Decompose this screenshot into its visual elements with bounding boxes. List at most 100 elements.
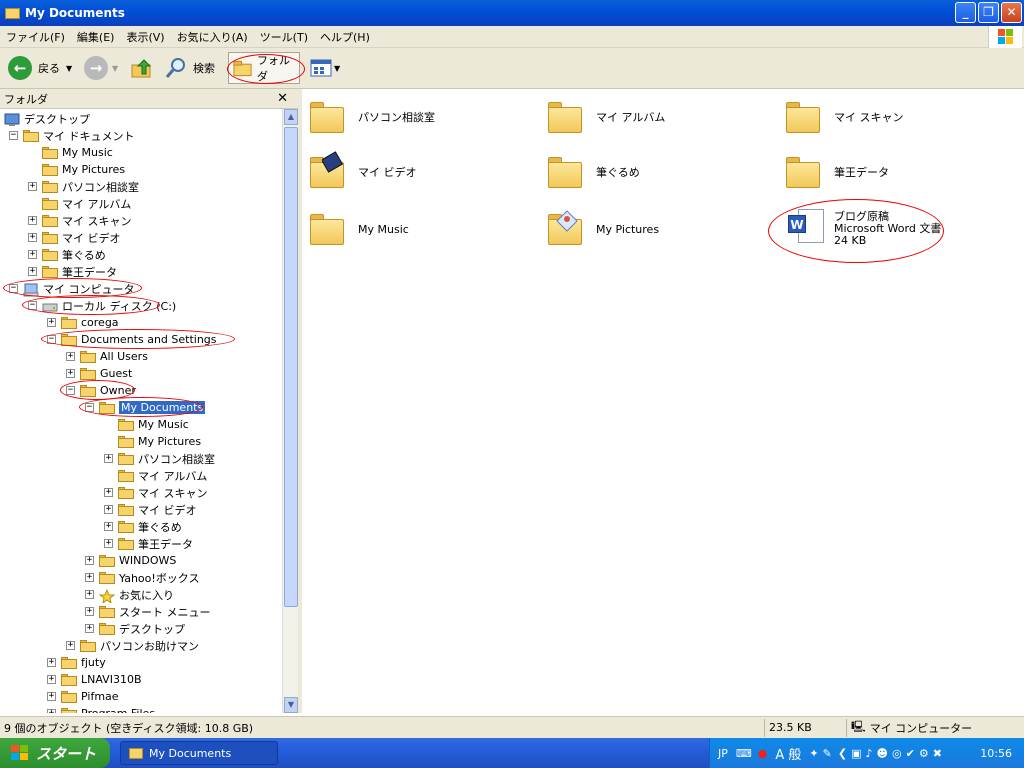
tree-item[interactable]: + お気に入り — [85, 586, 174, 604]
tree-item[interactable]: + 筆王データ — [28, 263, 117, 280]
tree-item[interactable]: + fjuty — [47, 654, 106, 671]
tree-item[interactable]: + マイ ビデオ — [104, 501, 197, 518]
tree-scrollbar[interactable]: ▲ ▼ — [282, 109, 298, 713]
expand-icon[interactable]: + — [85, 607, 94, 616]
tree-item[interactable]: + LNAVI310B — [47, 671, 142, 688]
tray-app-icon[interactable]: ✔ — [906, 747, 915, 760]
expand-icon[interactable]: + — [66, 352, 75, 361]
menu-favorites[interactable]: お気に入り(A) — [171, 29, 254, 45]
tree-item[interactable]: − My Documents — [85, 399, 206, 416]
scroll-down-icon[interactable]: ▼ — [284, 697, 298, 713]
tray-app-icon[interactable]: ☻ — [877, 747, 888, 760]
menu-file[interactable]: ファイル(F) — [0, 29, 71, 45]
expand-icon[interactable]: + — [66, 369, 75, 378]
tree-item[interactable]: + Pifmae — [47, 688, 119, 705]
expand-icon[interactable]: + — [66, 641, 75, 650]
menu-view[interactable]: 表示(V) — [120, 29, 170, 45]
tree-item[interactable]: + スタート メニュー — [85, 603, 211, 620]
expand-icon[interactable]: + — [47, 692, 56, 701]
scroll-up-icon[interactable]: ▲ — [284, 109, 298, 125]
file-item[interactable]: W ブログ原稿 Microsoft Word 文書 24 KB — [784, 205, 941, 253]
expand-icon[interactable]: + — [47, 658, 56, 667]
tree-item[interactable]: − ローカル ディスク (C:) — [28, 297, 176, 314]
tree-item[interactable]: + デスクトップ — [85, 620, 185, 637]
folder-item[interactable]: マイ ビデオ — [308, 148, 417, 196]
expand-icon[interactable]: + — [85, 624, 94, 633]
back-button[interactable]: ← 戻る ▼ — [8, 52, 72, 84]
minimize-button[interactable]: _ — [955, 2, 976, 23]
tree-item[interactable]: My Music — [42, 144, 113, 161]
tree-item[interactable]: + corega — [47, 314, 119, 331]
expand-icon[interactable]: + — [47, 318, 56, 327]
tree-item[interactable]: マイ アルバム — [42, 195, 131, 212]
tree-item[interactable]: + マイ スキャン — [28, 212, 132, 229]
menu-help[interactable]: ヘルプ(H) — [314, 29, 376, 45]
menu-edit[interactable]: 編集(E) — [71, 29, 121, 45]
expand-icon[interactable]: + — [85, 556, 94, 565]
expand-icon[interactable]: + — [85, 573, 94, 582]
expand-icon[interactable]: + — [47, 709, 56, 713]
tree-item[interactable]: + Guest — [66, 365, 132, 382]
tree-item[interactable]: マイ アルバム — [118, 467, 207, 484]
tray-expand-icon[interactable]: ❮ — [838, 747, 847, 760]
ime-icon[interactable]: ● — [758, 747, 768, 760]
expand-icon[interactable]: + — [104, 488, 113, 497]
folder-item[interactable]: 筆ぐるめ — [546, 148, 640, 196]
tray-app-icon[interactable]: ⚙ — [919, 747, 929, 760]
close-icon[interactable]: ✕ — [277, 91, 288, 106]
expand-icon[interactable]: + — [28, 182, 37, 191]
chevron-down-icon[interactable]: ▼ — [66, 64, 72, 73]
folder-item[interactable]: My Pictures — [546, 205, 659, 253]
menu-tools[interactable]: ツール(T) — [254, 29, 314, 45]
expand-icon[interactable]: + — [28, 233, 37, 242]
chevron-down-icon[interactable]: ▼ — [112, 64, 118, 73]
volume-icon[interactable]: ♪ — [865, 747, 872, 760]
title-bar[interactable]: My Documents _ ❐ ✕ — [0, 0, 1024, 26]
collapse-icon[interactable]: − — [85, 403, 94, 412]
tray-app-icon[interactable]: ✖ — [933, 747, 942, 760]
tree-item[interactable]: My Pictures — [118, 433, 201, 450]
tree-item[interactable]: + All Users — [66, 348, 148, 365]
expand-icon[interactable]: + — [28, 216, 37, 225]
search-button[interactable]: 検索 — [164, 52, 215, 84]
forward-button[interactable]: → ▼ — [84, 52, 118, 84]
tree-item[interactable]: + マイ スキャン — [104, 484, 208, 501]
tree-item[interactable]: + 筆ぐるめ — [104, 518, 182, 535]
expand-icon[interactable]: + — [28, 250, 37, 259]
taskbar-item-my-documents[interactable]: My Documents — [120, 741, 278, 765]
keyboard-icon[interactable]: ⌨ — [736, 747, 752, 760]
expand-icon[interactable]: + — [47, 675, 56, 684]
tree-item[interactable]: + パソコン相談室 — [104, 450, 215, 467]
close-button[interactable]: ✕ — [1001, 2, 1022, 23]
tree-item[interactable]: My Music — [118, 416, 189, 433]
folder-item[interactable]: パソコン相談室 — [308, 93, 435, 141]
tree-item[interactable]: + パソコン相談室 — [28, 178, 139, 195]
ime-mode[interactable]: A 般 — [775, 744, 801, 763]
expand-icon[interactable]: + — [104, 505, 113, 514]
tree-item[interactable]: + WINDOWS — [85, 552, 176, 569]
folder-item[interactable]: マイ アルバム — [546, 93, 665, 141]
tree-item[interactable]: − Owner — [66, 382, 136, 399]
collapse-icon[interactable]: − — [9, 284, 18, 293]
up-button[interactable] — [130, 52, 154, 84]
ime-language[interactable]: JP — [718, 747, 728, 760]
views-button[interactable]: ▼ — [310, 52, 340, 84]
collapse-icon[interactable]: − — [47, 335, 56, 344]
maximize-button[interactable]: ❐ — [978, 2, 999, 23]
chevron-down-icon[interactable]: ▼ — [334, 64, 340, 73]
expand-icon[interactable]: + — [104, 454, 113, 463]
tree-item[interactable]: + マイ ビデオ — [28, 229, 121, 246]
expand-icon[interactable]: + — [104, 539, 113, 548]
tray-app-icon[interactable]: ✦ — [809, 747, 818, 760]
collapse-icon[interactable]: − — [66, 386, 75, 395]
tree-item[interactable]: デスクトップ — [4, 110, 90, 127]
expand-icon[interactable]: + — [85, 590, 94, 599]
start-button[interactable]: スタート — [0, 738, 110, 768]
tray-app-icon[interactable]: ◎ — [892, 747, 902, 760]
folders-button[interactable]: フォルダ — [228, 52, 300, 84]
tree-item[interactable]: + Program Files — [47, 705, 155, 713]
tree-item[interactable]: − Documents and Settings — [47, 331, 217, 348]
folder-item[interactable]: 筆王データ — [784, 148, 889, 196]
tree-item[interactable]: + パソコンお助けマン — [66, 637, 199, 654]
tree-item[interactable]: + 筆王データ — [104, 535, 193, 552]
